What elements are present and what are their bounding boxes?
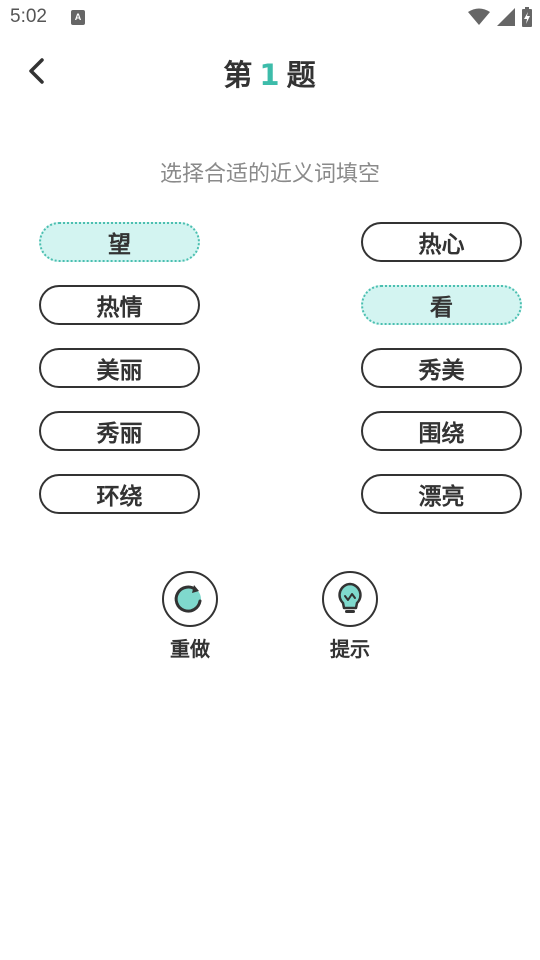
option-left-4[interactable]: 秀丽 — [39, 411, 200, 451]
option-right-1[interactable]: 热心 — [361, 222, 522, 262]
option-right-4[interactable]: 围绕 — [361, 411, 522, 451]
redo-icon — [174, 585, 202, 613]
option-right-3[interactable]: 秀美 — [361, 348, 522, 388]
hint-label: 提示 — [330, 637, 370, 661]
option-right-5[interactable]: 漂亮 — [361, 474, 522, 514]
option-left-1[interactable]: 望 — [39, 222, 200, 262]
option-left-3[interactable]: 美丽 — [39, 348, 200, 388]
word-options: 望 热情 美丽 秀丽 环绕 热心 看 秀美 围绕 漂亮 — [0, 0, 540, 540]
redo-button[interactable]: 重做 — [145, 571, 235, 662]
hint-button[interactable]: 提示 — [305, 571, 395, 662]
redo-label: 重做 — [170, 637, 210, 661]
option-right-2[interactable]: 看 — [361, 285, 522, 325]
option-left-5[interactable]: 环绕 — [39, 474, 200, 514]
redo-icon-circle — [162, 571, 218, 627]
hint-icon-circle — [322, 571, 378, 627]
lightbulb-icon — [338, 582, 362, 613]
option-left-2[interactable]: 热情 — [39, 285, 200, 325]
